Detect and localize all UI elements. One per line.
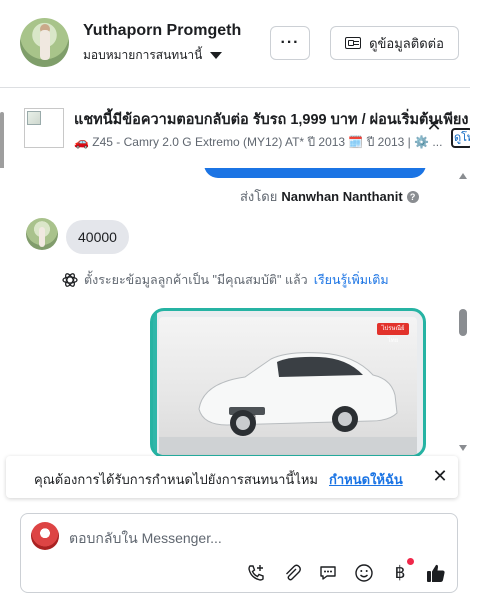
assign-prompt-text: คุณต้องการได้รับการกำหนดไปยังการสนทนานี้… xyxy=(34,472,318,487)
sent-by-label: ส่งโดย Nanwhan Nanthanit ? xyxy=(240,186,419,207)
call-add-icon[interactable] xyxy=(245,562,267,584)
page-avatar xyxy=(31,522,59,550)
contact-name[interactable]: Yuthaporn Promgeth xyxy=(83,22,241,40)
assign-conversation-dropdown[interactable]: มอบหมายการสนทนานี้ xyxy=(83,46,223,65)
car-photo: ไปรษณีย์ไทย xyxy=(159,317,417,455)
learn-more-link[interactable]: เรียนรู้เพิ่มเติม xyxy=(314,270,389,290)
attach-icon[interactable] xyxy=(281,562,303,584)
ad-thumbnail[interactable] xyxy=(24,108,64,148)
emoji-icon[interactable] xyxy=(353,562,375,584)
chat-scrollbar-thumb[interactable] xyxy=(459,309,467,336)
reply-input[interactable]: ตอบกลับใน Messenger... xyxy=(69,528,222,550)
notification-dot xyxy=(407,558,414,565)
message-thread[interactable]: ส่งโดย Nanwhan Nanthanit ? 40000 ตั้งระย… xyxy=(0,168,470,456)
sent-by-agent: Nanwhan Nanthanit xyxy=(281,189,403,204)
system-note: ตั้งระยะข้อมูลลูกค้าเป็น "มีคุณสมบัติ" แ… xyxy=(62,270,389,290)
assign-label: มอบหมายการสนทนานี้ xyxy=(83,48,203,62)
conversation-header: Yuthaporn Promgeth มอบหมายการสนทนานี้ ··… xyxy=(0,0,470,88)
assign-to-me-link[interactable]: กำหนดให้ฉัน xyxy=(329,469,403,490)
more-options-button[interactable]: ··· xyxy=(270,26,310,60)
caret-down-icon xyxy=(210,52,223,59)
message-composer[interactable]: ตอบกลับใน Messenger... ฿ xyxy=(20,513,458,593)
close-icon[interactable]: ✕ xyxy=(425,116,443,134)
composer-toolbar: ฿ xyxy=(245,558,447,584)
left-scrollbar-thumb[interactable] xyxy=(0,112,4,170)
outgoing-message-bubble[interactable] xyxy=(204,168,426,178)
ad-subtitle: 🚗 Z45 - Camry 2.0 G Extremo (MY12) AT* ป… xyxy=(74,135,443,149)
scroll-up-icon[interactable] xyxy=(459,173,467,179)
contact-avatar[interactable] xyxy=(20,18,69,67)
close-icon[interactable]: ✕ xyxy=(431,467,449,485)
ad-context-card: แชทนี้มีข้อความตอบกลับต่อ รับรถ 1,999 บา… xyxy=(10,96,473,160)
page-edge xyxy=(470,0,485,598)
lead-status-icon xyxy=(62,273,78,287)
incoming-message-bubble[interactable]: 40000 xyxy=(66,220,129,254)
scroll-down-icon[interactable] xyxy=(459,445,467,451)
chat-note-icon[interactable] xyxy=(317,562,339,584)
sent-by-prefix: ส่งโดย xyxy=(240,189,278,204)
ad-title: แชทนี้มีข้อความตอบกลับต่อ รับรถ 1,999 บา… xyxy=(74,112,469,128)
thumbs-up-icon[interactable] xyxy=(425,562,447,584)
system-note-text: ตั้งระยะข้อมูลลูกค้าเป็น "มีคุณสมบัติ" แ… xyxy=(84,273,308,287)
view-contact-button[interactable]: ดูข้อมูลติดต่อ xyxy=(330,26,459,60)
car-image-message[interactable]: ไปรษณีย์ไทย xyxy=(150,308,426,456)
car-illustration xyxy=(159,352,417,455)
assign-prompt-banner: คุณต้องการได้รับการกำหนดไปยังการสนทนานี้… xyxy=(6,456,458,498)
contact-card-icon xyxy=(345,37,362,49)
help-icon[interactable]: ? xyxy=(406,190,419,203)
contact-avatar-small[interactable] xyxy=(26,218,58,250)
baht-icon[interactable]: ฿ xyxy=(389,558,414,584)
view-contact-label: ดูข้อมูลติดต่อ xyxy=(369,35,444,51)
